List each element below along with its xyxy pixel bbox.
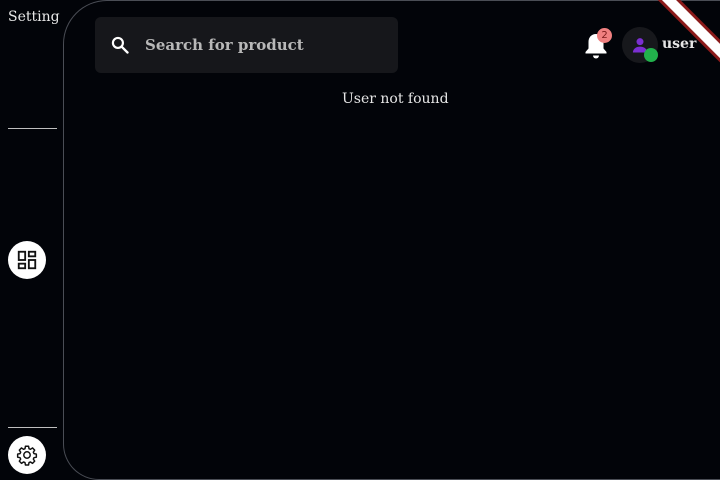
status-message: User not found bbox=[342, 91, 449, 107]
sidebar-divider-top bbox=[8, 128, 57, 129]
gear-icon bbox=[16, 445, 38, 466]
search-icon bbox=[109, 34, 131, 56]
dashboard-icon bbox=[17, 250, 37, 270]
search-bar[interactable] bbox=[95, 17, 398, 73]
sidebar: Setting bbox=[0, 0, 64, 480]
dashboard-button[interactable] bbox=[8, 241, 46, 279]
online-status-dot bbox=[644, 48, 658, 62]
notification-count-badge: 2 bbox=[597, 28, 612, 43]
user-name[interactable]: user bbox=[662, 36, 696, 52]
settings-button[interactable] bbox=[8, 436, 46, 474]
sidebar-title: Setting bbox=[8, 9, 60, 25]
app-window: Setting Search for product 2 user User n… bbox=[0, 0, 720, 480]
sidebar-divider-bottom bbox=[8, 427, 57, 428]
search-input[interactable] bbox=[143, 35, 377, 55]
